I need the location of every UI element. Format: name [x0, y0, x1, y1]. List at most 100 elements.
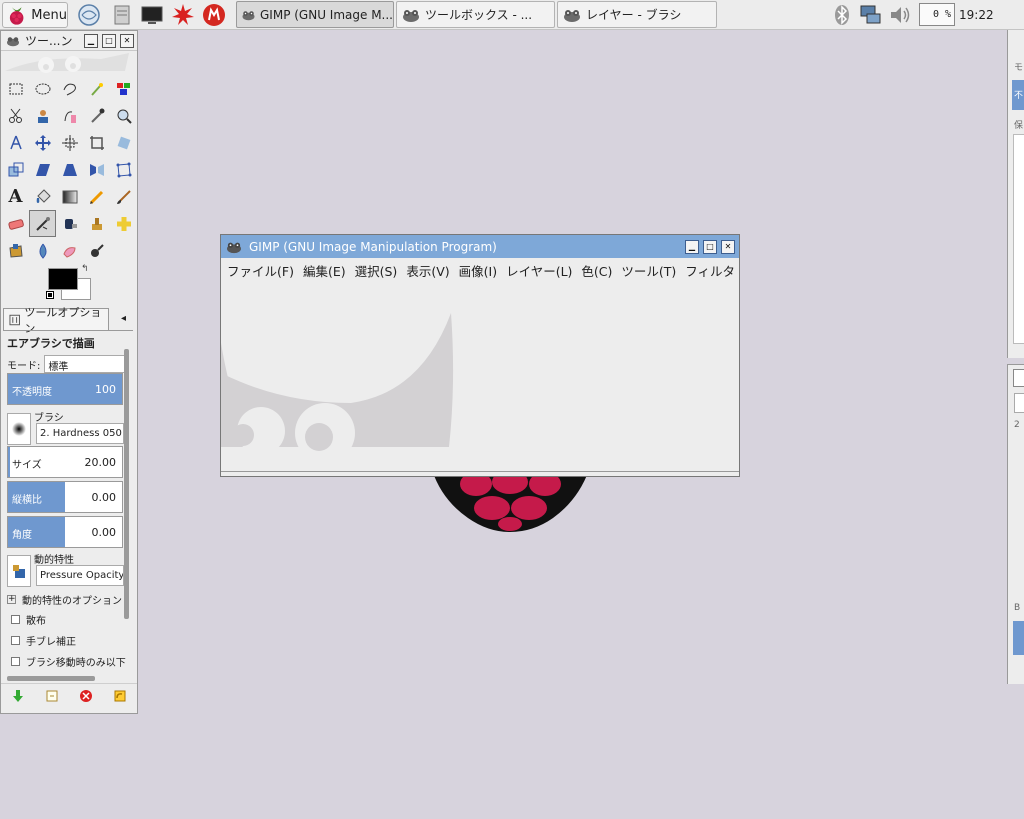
- layers-dock-window[interactable]: モ 不 保: [1007, 30, 1024, 358]
- menu-select[interactable]: 選択(S): [351, 261, 402, 280]
- select-by-color-tool[interactable]: [110, 75, 137, 102]
- incremental-option[interactable]: ブラシ移動時のみ以下: [11, 654, 126, 669]
- dynamics-options-expander[interactable]: + 動的特性のオプション: [7, 592, 122, 607]
- clock[interactable]: 19:22: [959, 8, 994, 22]
- ellipse-select-tool[interactable]: [29, 75, 56, 102]
- clone-tool[interactable]: [83, 210, 110, 237]
- stabilize-checkbox[interactable]: [11, 636, 20, 645]
- eraser-tool[interactable]: [2, 210, 29, 237]
- toolbox-titlebar[interactable]: ツー...ン ▁ □ ✕: [1, 31, 137, 51]
- ink-tool[interactable]: [56, 210, 83, 237]
- burst-app-icon[interactable]: [171, 3, 195, 27]
- dock-selected-item[interactable]: [1013, 621, 1024, 655]
- menu-tools[interactable]: ツール(T): [617, 261, 680, 280]
- menu-layer[interactable]: レイヤー(L): [502, 261, 576, 280]
- aspect-slider[interactable]: 縦横比 0.00: [7, 481, 123, 513]
- incremental-checkbox[interactable]: [11, 657, 20, 666]
- measure-tool[interactable]: [2, 129, 29, 156]
- volume-icon[interactable]: [888, 3, 912, 27]
- heal-tool[interactable]: [110, 210, 137, 237]
- free-select-tool[interactable]: [56, 75, 83, 102]
- shear-tool[interactable]: [29, 156, 56, 183]
- flip-tool[interactable]: [83, 156, 110, 183]
- wolfram-icon[interactable]: [202, 3, 226, 27]
- tab-menu-icon[interactable]: ◂: [121, 313, 126, 324]
- minimize-button[interactable]: ▁: [685, 239, 699, 254]
- task-layers[interactable]: レイヤー - ブラシ: [557, 1, 717, 28]
- align-tool[interactable]: [56, 129, 83, 156]
- empty-canvas-drop-area[interactable]: [221, 283, 739, 473]
- brush-name-field[interactable]: 2. Hardness 050: [36, 423, 124, 444]
- opacity-slider[interactable]: 不透明度 100: [7, 373, 123, 405]
- restore-options-icon[interactable]: [45, 689, 59, 707]
- scatter-option[interactable]: 散布: [11, 612, 46, 627]
- maximize-button[interactable]: □: [703, 239, 717, 254]
- cage-tool[interactable]: [110, 156, 137, 183]
- menu-file[interactable]: ファイル(F): [223, 261, 298, 280]
- size-slider[interactable]: サイズ 20.00: [7, 446, 123, 478]
- dock-field[interactable]: [1014, 393, 1024, 413]
- foreground-color-swatch[interactable]: [48, 268, 78, 290]
- menu-button[interactable]: Menu: [2, 2, 68, 28]
- blur-tool[interactable]: [29, 237, 56, 264]
- move-tool[interactable]: [29, 129, 56, 156]
- default-colors-icon[interactable]: [46, 291, 54, 299]
- save-options-icon[interactable]: [11, 689, 25, 707]
- rotate-tool[interactable]: [110, 129, 137, 156]
- delete-options-icon[interactable]: [79, 689, 93, 707]
- options-vertical-scrollbar[interactable]: [124, 349, 129, 619]
- stabilize-option[interactable]: 手ブレ補正: [11, 633, 76, 648]
- menu-edit[interactable]: 編集(E): [299, 261, 350, 280]
- dynamics-preview[interactable]: [7, 555, 31, 587]
- bluetooth-icon[interactable]: [830, 3, 854, 27]
- maximize-button[interactable]: □: [102, 33, 116, 48]
- dock-list[interactable]: [1013, 134, 1024, 344]
- crop-tool[interactable]: [83, 129, 110, 156]
- pencil-tool[interactable]: [83, 183, 110, 210]
- menu-colors[interactable]: 色(C): [577, 261, 616, 280]
- airbrush-tool[interactable]: [29, 210, 56, 237]
- zoom-tool[interactable]: [110, 102, 137, 129]
- menu-view[interactable]: 表示(V): [402, 261, 453, 280]
- task-gimp[interactable]: GIMP (GNU Image M...: [236, 1, 394, 28]
- paths-tool[interactable]: [56, 102, 83, 129]
- menu-filters[interactable]: フィルタ: [681, 261, 739, 280]
- text-tool[interactable]: A: [2, 183, 29, 210]
- angle-slider[interactable]: 角度 0.00: [7, 516, 123, 548]
- scale-tool[interactable]: [2, 156, 29, 183]
- dock-tab[interactable]: [1013, 369, 1024, 387]
- dynamics-field[interactable]: Pressure Opacity: [36, 565, 124, 586]
- scissors-tool[interactable]: [2, 102, 29, 129]
- close-button[interactable]: ✕: [120, 33, 134, 48]
- options-horizontal-scrollbar[interactable]: [7, 676, 95, 681]
- brush-preview[interactable]: [7, 413, 31, 445]
- dock-selected-row[interactable]: 不: [1012, 80, 1024, 110]
- smudge-tool[interactable]: [56, 237, 83, 264]
- wilber-drop-area[interactable]: [1, 51, 137, 75]
- terminal-icon[interactable]: [140, 3, 164, 27]
- fuzzy-select-tool[interactable]: [83, 75, 110, 102]
- bucket-fill-tool[interactable]: [29, 183, 56, 210]
- paintbrush-tool[interactable]: [110, 183, 137, 210]
- scatter-checkbox[interactable]: [11, 615, 20, 624]
- task-toolbox[interactable]: ツールボックス - ...: [396, 1, 555, 28]
- close-button[interactable]: ✕: [721, 239, 735, 254]
- network-icon[interactable]: [858, 3, 882, 27]
- tab-tool-options[interactable]: ツールオプション: [3, 306, 109, 335]
- foreground-select-tool[interactable]: [29, 102, 56, 129]
- blend-tool[interactable]: [56, 183, 83, 210]
- menu-image[interactable]: 画像(I): [455, 261, 501, 280]
- reset-options-icon[interactable]: [113, 689, 127, 707]
- minimize-button[interactable]: ▁: [84, 33, 98, 48]
- gimp-titlebar[interactable]: GIMP (GNU Image Manipulation Program) ▁ …: [221, 235, 739, 258]
- dodge-burn-tool[interactable]: [83, 237, 110, 264]
- perspective-tool[interactable]: [56, 156, 83, 183]
- web-browser-icon[interactable]: [77, 3, 101, 27]
- file-manager-icon[interactable]: [110, 3, 134, 27]
- cpu-monitor[interactable]: 0 %: [919, 3, 955, 26]
- mode-select[interactable]: 標準: [44, 355, 129, 373]
- swap-colors-icon[interactable]: ↰: [81, 264, 89, 274]
- color-picker-tool[interactable]: [83, 102, 110, 129]
- brushes-dock-window[interactable]: 2 B: [1007, 364, 1024, 684]
- perspective-clone-tool[interactable]: [2, 237, 29, 264]
